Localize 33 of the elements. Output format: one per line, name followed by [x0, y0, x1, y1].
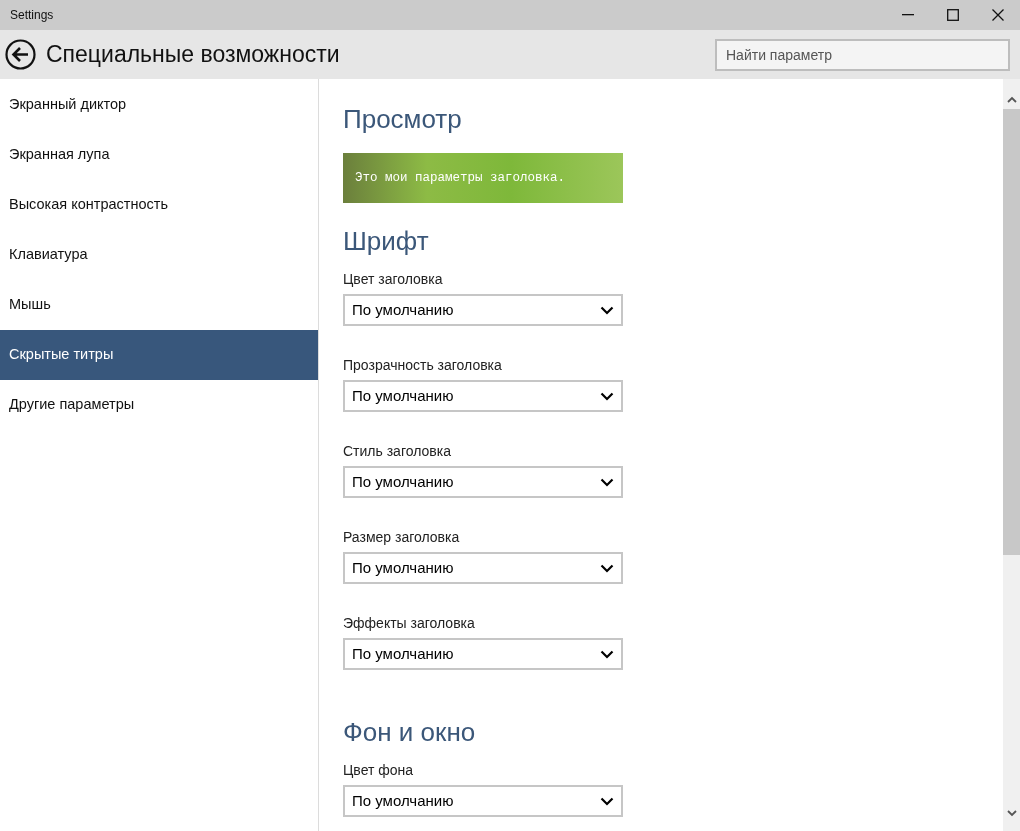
chevron-down-icon	[600, 649, 614, 659]
scroll-down-icon	[1006, 810, 1017, 817]
dropdown[interactable]: По умолчанию	[343, 466, 623, 498]
dropdown[interactable]: По умолчанию	[343, 638, 623, 670]
section-heading: Просмотр	[343, 103, 463, 135]
chevron-down-icon	[600, 477, 614, 487]
field-label: Прозрачность заголовка	[343, 356, 503, 375]
dropdown[interactable]: По умолчанию	[343, 552, 623, 584]
section-heading: Фон и окно	[343, 716, 477, 748]
field-label: Цвет заголовка	[343, 270, 444, 289]
dropdown[interactable]: По умолчанию	[343, 785, 623, 817]
dropdown[interactable]: По умолчанию	[343, 380, 623, 412]
back-button[interactable]	[4, 38, 36, 71]
chevron-down-icon	[600, 563, 614, 573]
window-title: Settings	[9, 7, 54, 24]
field-label: Цвет фона	[343, 761, 415, 780]
close-icon	[991, 9, 1004, 21]
sidebar-item[interactable]: Скрытые титры	[0, 330, 318, 380]
chevron-down-icon	[600, 305, 614, 315]
chevron-down-icon	[600, 391, 614, 401]
caption-text: Это мои параметры заголовка.	[355, 169, 566, 187]
field-label: Стиль заголовка	[343, 442, 452, 461]
page-title: Специальные возможности	[46, 40, 340, 70]
search-field[interactable]: Найти параметр	[715, 38, 1010, 71]
section-heading: Шрифт	[343, 225, 430, 257]
minimize-icon	[901, 14, 914, 16]
scrollbar-thumb[interactable]	[1003, 109, 1020, 555]
maximize-icon	[946, 9, 959, 21]
scroll-up-icon	[1006, 96, 1017, 103]
dropdown[interactable]: По умолчанию	[343, 294, 623, 326]
field-label: Эффекты заголовка	[343, 614, 476, 633]
chevron-down-icon	[600, 796, 614, 806]
field-label: Размер заголовка	[343, 528, 461, 547]
